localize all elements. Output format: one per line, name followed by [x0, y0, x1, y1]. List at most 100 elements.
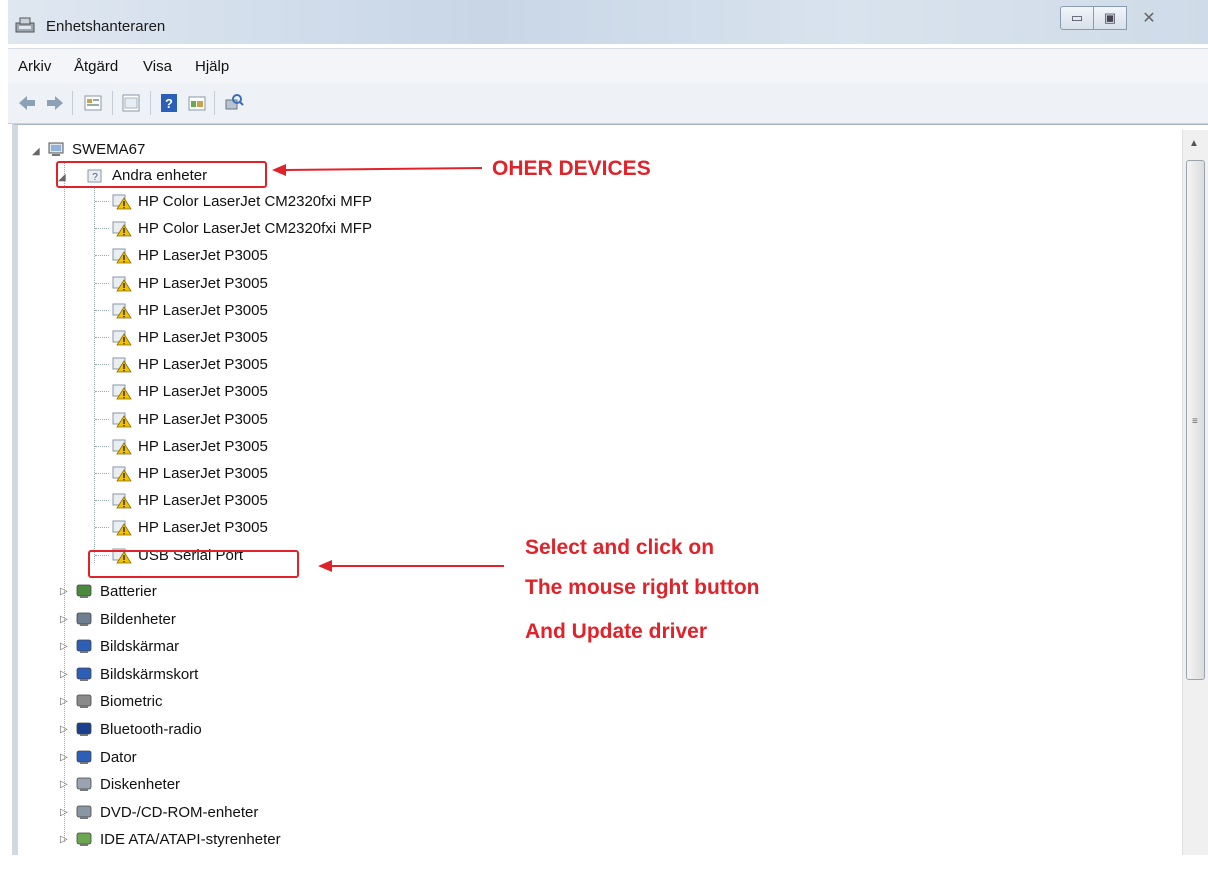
tree-node-device[interactable]: HP LaserJet P3005 — [112, 270, 268, 296]
imaging-device-icon — [76, 612, 92, 626]
tree-node-device[interactable]: HP LaserJet P3005 — [112, 487, 268, 513]
warning-device-icon — [112, 357, 132, 373]
device-label: HP LaserJet P3005 — [138, 518, 268, 536]
menu-arkiv[interactable]: Arkiv — [18, 58, 51, 75]
device-label: HP LaserJet P3005 — [138, 301, 268, 319]
expand-arrow-icon[interactable]: ▷ — [60, 834, 68, 845]
computer-icon — [76, 750, 92, 764]
expand-arrow-icon[interactable]: ▷ — [60, 779, 68, 790]
warning-device-icon — [112, 194, 132, 210]
ide-controller-icon — [76, 832, 92, 846]
tree-node-device[interactable]: HP LaserJet P3005 — [112, 433, 268, 459]
category-label: DVD-/CD-ROM-enheter — [100, 803, 259, 821]
help-icon[interactable]: ? — [158, 92, 180, 114]
device-label: HP LaserJet P3005 — [138, 464, 268, 482]
battery-icon — [76, 584, 92, 598]
tree-category[interactable]: IDE ATA/ATAPI-styrenheter — [74, 826, 281, 852]
menu-visa[interactable]: Visa — [143, 58, 172, 75]
maximize-button[interactable]: ▣ — [1093, 6, 1127, 30]
tree-category[interactable]: Diskenheter — [74, 771, 180, 797]
expand-arrow-icon[interactable]: ▷ — [60, 724, 68, 735]
menu-atgard[interactable]: Åtgärd — [74, 58, 118, 75]
warning-device-icon — [112, 248, 132, 264]
minimize-button[interactable]: ▭ — [1060, 6, 1094, 30]
expand-arrow-icon[interactable]: ▷ — [60, 586, 68, 597]
expand-arrow-icon[interactable]: ▷ — [60, 807, 68, 818]
scrollbar-thumb[interactable]: ≡ — [1186, 160, 1205, 680]
tree-category[interactable]: Batterier — [74, 578, 157, 604]
expand-arrow-icon[interactable]: ▷ — [60, 669, 68, 680]
toolbar: ? — [8, 83, 1208, 124]
highlight-box-other-devices — [56, 161, 267, 188]
title-bar[interactable]: Enhetshanteraren ▭ ▣ ✕ — [8, 0, 1208, 44]
warning-device-icon — [112, 303, 132, 319]
tree-node-device[interactable]: HP LaserJet P3005 — [112, 406, 268, 432]
warning-device-icon — [112, 520, 132, 536]
properties-icon[interactable] — [82, 92, 104, 114]
display-adapter-icon — [76, 667, 92, 681]
tree-node-device[interactable]: HP Color LaserJet CM2320fxi MFP — [112, 215, 372, 241]
annotation-instruction-1: Select and click on — [525, 536, 715, 559]
category-label: Dator — [100, 748, 137, 766]
tree-category[interactable]: Bildenheter — [74, 606, 176, 632]
warning-device-icon — [112, 466, 132, 482]
category-label: Bluetooth-radio — [100, 720, 202, 738]
menu-bar: Arkiv Åtgärd Visa Hjälp — [8, 48, 1208, 84]
dvd-drive-icon — [76, 805, 92, 819]
tree-node-device[interactable]: HP LaserJet P3005 — [112, 460, 268, 486]
collapse-arrow-icon[interactable]: ◢ — [32, 146, 40, 157]
bluetooth-icon — [76, 722, 92, 736]
menu-hjalp[interactable]: Hjälp — [195, 58, 229, 75]
tree-node-device[interactable]: HP LaserJet P3005 — [112, 242, 268, 268]
device-label: HP LaserJet P3005 — [138, 355, 268, 373]
monitor-icon — [76, 639, 92, 653]
device-label: HP LaserJet P3005 — [138, 410, 268, 428]
warning-device-icon — [112, 221, 132, 237]
warning-device-icon — [112, 276, 132, 292]
scan-hardware-icon[interactable] — [222, 92, 244, 114]
arrow-left-icon — [272, 164, 483, 176]
warning-device-icon — [112, 384, 132, 400]
annotation-other-devices: OHER DEVICES — [492, 157, 651, 180]
category-label: Biometric — [100, 692, 163, 710]
tree-root-label: SWEMA67 — [72, 140, 146, 158]
tree-category[interactable]: Bildskärmar — [74, 633, 179, 659]
tree-node-device[interactable]: HP LaserJet P3005 — [112, 297, 268, 323]
forward-arrow-icon[interactable] — [44, 92, 66, 114]
expand-arrow-icon[interactable]: ▷ — [60, 752, 68, 763]
category-label: Bildenheter — [100, 610, 176, 628]
tree-category[interactable]: Bildskärmskort — [74, 661, 198, 687]
device-manager-icon — [15, 17, 35, 33]
device-label: HP LaserJet P3005 — [138, 437, 268, 455]
arrow-left-icon — [318, 560, 504, 572]
scroll-up-arrow-icon[interactable]: ▲ — [1189, 138, 1199, 149]
expand-arrow-icon[interactable]: ▷ — [60, 641, 68, 652]
device-label: HP LaserJet P3005 — [138, 246, 268, 264]
expand-arrow-icon[interactable]: ▷ — [60, 614, 68, 625]
fingerprint-icon — [76, 694, 92, 708]
svg-text:?: ? — [165, 96, 173, 111]
console-icon[interactable] — [120, 92, 142, 114]
tree-node-device[interactable]: HP LaserJet P3005 — [112, 514, 268, 540]
warning-device-icon — [112, 439, 132, 455]
tree-category[interactable]: Dator — [74, 744, 137, 770]
tree-node-device[interactable]: HP LaserJet P3005 — [112, 324, 268, 350]
tree-category[interactable]: Biometric — [74, 688, 163, 714]
back-arrow-icon[interactable] — [16, 92, 38, 114]
view-icon[interactable] — [186, 92, 208, 114]
scrollbar-grip-icon: ≡ — [1192, 416, 1198, 427]
category-label: Batterier — [100, 582, 157, 600]
warning-device-icon — [112, 330, 132, 346]
device-label: HP LaserJet P3005 — [138, 274, 268, 292]
tree-node-device[interactable]: HP LaserJet P3005 — [112, 351, 268, 377]
annotation-instruction-2: The mouse right button — [525, 576, 760, 599]
expand-arrow-icon[interactable]: ▷ — [60, 696, 68, 707]
vertical-scrollbar[interactable]: ▲ ≡ — [1182, 130, 1208, 855]
tree-node-device[interactable]: HP Color LaserJet CM2320fxi MFP — [112, 188, 372, 214]
close-button[interactable]: ✕ — [1126, 6, 1172, 30]
tree-node-device[interactable]: HP LaserJet P3005 — [112, 378, 268, 404]
tree-root[interactable]: SWEMA67 — [46, 136, 145, 162]
warning-device-icon — [112, 412, 132, 428]
tree-category[interactable]: DVD-/CD-ROM-enheter — [74, 799, 258, 825]
tree-category[interactable]: Bluetooth-radio — [74, 716, 202, 742]
